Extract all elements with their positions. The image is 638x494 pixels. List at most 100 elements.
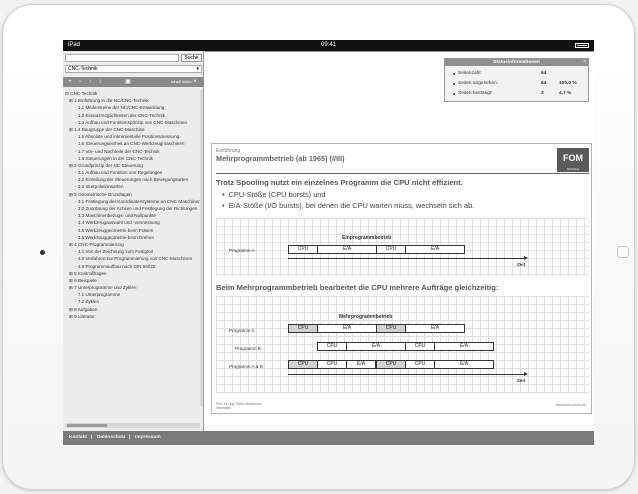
tree-item[interactable]: ⊞ 1 Einführung in die NC/CNC-Technik [65,97,202,104]
tree-item-label: 1 Einführung in die NC/CNC-Technik [74,98,149,104]
tree-item-label: 1.3 Aufbau und Funktionsprinzip von CNC-… [77,119,188,125]
stat-row: Seiten bestätigt: 3 4,7 % [453,90,583,98]
view-select-value: CNC-Technik [68,66,98,72]
segment-cpu: CPU [288,360,318,369]
slide-title: Mehrprogrammbetrieb (ab 1965) (I/III) [216,154,345,163]
tree-item[interactable]: · 7.2 Zyklen [65,298,202,305]
tree-item-label: 2.3 Interpolationsarten [77,184,124,190]
horizontal-scrollbar[interactable] [65,423,200,428]
tree-item[interactable]: ⊞ 3 Geometrische Grundlagen [65,191,202,198]
axis-label: Zeit [517,262,526,267]
segment-cpu: CPU [317,360,347,369]
tree-item[interactable]: · 1.6 Steuerungseinheit an CNC-Werkzeugm… [65,140,202,147]
tree-item[interactable]: ⊟ CNC-Technik [65,90,202,97]
tree-item-label: 7 Unterprogramme und Zyklen [74,285,137,291]
tree-item[interactable]: · 1.2 Einsatzmöglichkeiten der CNC-Techn… [65,112,202,119]
tree-item[interactable]: · 7.1 Unterprogramme [65,291,202,298]
stat-row: Seitenzahl: 64 [453,70,583,78]
close-icon[interactable]: × [192,79,198,85]
tree-item-label: 2 Grundprinzip der NC-Steuerung [74,162,143,168]
privacy-link[interactable]: Datenschutz [97,435,126,440]
close-icon[interactable]: × [583,59,586,66]
status-bar: iPad 09:41 [63,40,594,51]
segment-cpu: CPU [405,360,435,369]
tree-item-label: 9 Literatur [74,313,95,319]
tree-item[interactable]: ⊞ 8 Aufgaben [65,306,202,313]
tree-item[interactable]: · 1.5 Absolute und inkrementelle Positio… [65,133,202,140]
segment-cpu: CPU [405,342,435,351]
view-select[interactable]: CNC-Technik ▾ [65,65,202,73]
tree-item[interactable]: · 2.1 Aufbau und Funktion von Regelungen [65,169,202,176]
tree-item[interactable]: · 4.2 Verfahren zur Programmierung von C… [65,255,202,262]
tree-item-label: 2.1 Aufbau und Funktion von Regelungen [77,170,163,176]
row-label: Programm A & B [229,364,263,369]
time-axis [288,374,524,375]
tree-item[interactable]: · 3.2 Zuordnung der Achsen und Festlegun… [65,205,202,212]
tree-item-label: 6 Beispiele [74,277,97,283]
tree-item-label: 5 Kontrollfragen [74,270,107,276]
tree-item-label: 4.1 Von der Zeichnung zum Fertigteil [77,249,153,255]
tree-item[interactable]: ⊞ 4 CNC-Programmierung [65,241,202,248]
tree-item[interactable]: · 3.6 Werkzeuggeometrie beim Drehen [65,234,202,241]
toolbar: + − ↑ ↕ ▣ Inhalt Index × [63,77,204,87]
tree-item[interactable]: · 4.3 Programmaufbau nach DIN 66025 [65,263,202,270]
tree-item-label: 7.1 Unterprogramme [77,292,121,298]
tree-item[interactable]: · 3.3 Maschinenbezugs- und Nullpunkte [65,212,202,219]
tree-item[interactable]: · 1.8 Steuerungen in der CNC-Technik [65,155,202,162]
tree-item[interactable]: · 2.2 Einteilung der Steuerungen nach Be… [65,176,202,183]
slide-text: Trotz Spooling nutzt ein einzelnes Progr… [216,178,463,187]
tree-item-label: 3 Geometrische Grundlagen [74,191,132,197]
tree-scrollbar[interactable] [200,90,203,406]
segment-io: E/A [317,245,377,254]
tree-item[interactable]: ⊞ 6 Beispiele [65,277,202,284]
tree-item-label: 3.4 Werkzeugauswahl und -vermessung [77,220,160,226]
up-icon[interactable]: ↑ [87,79,93,85]
down-icon[interactable]: ↕ [97,79,103,85]
tree-item[interactable]: · 4.1 Von der Zeichnung zum Fertigteil [65,248,202,255]
diagram-title: Mehrprogrammbetrieb [339,314,393,320]
print-icon[interactable]: ▣ [125,79,131,85]
tree-item[interactable]: · 3.4 Werkzeugauswahl und -vermessung [65,219,202,226]
slide-footer-right: www.fom-online.de [555,403,586,407]
tree-item-label: 7.2 Zyklen [77,299,100,305]
tree-item[interactable]: · 1.3 Aufbau und Funktionsprinzip von CN… [65,119,202,126]
segment-cpu: CPU [376,360,406,369]
sidebar: Suche CNC-Technik ▾ + − ↑ ↕ ▣ Inhalt Ind… [63,51,204,431]
clock: 09:41 [320,42,336,48]
tree-item[interactable]: ⊞ 7 Unterprogramme und Zyklen [65,284,202,291]
tree-item-label: 1.7 Vor- und Nachteile der CNC-Technik [77,148,160,154]
chevron-down-icon: ▾ [196,66,199,72]
slide: Einführung Mehrprogrammbetrieb (ab 1965)… [211,143,592,414]
row-label: Programm A [229,328,255,333]
tree-item[interactable]: ⊞ 2 Grundprinzip der NC-Steuerung [65,162,202,169]
tree-item-label: 3.5 Werkzeuggeometrie beim Fräsen [77,227,154,233]
tree-item-label: 1.8 Steuerungen in der CNC-Technik [77,155,153,161]
search-input[interactable] [65,54,179,62]
tree-item-label: 3.6 Werkzeuggeometrie beim Drehen [77,234,155,240]
segment-io: E/A [434,360,494,369]
tree-item[interactable]: · 1.7 Vor- und Nachteile der CNC-Technik [65,148,202,155]
tree-item[interactable]: ⊞ 9 Literatur [65,313,202,320]
collapse-icon[interactable]: − [77,79,83,85]
segment-io: E/A [346,342,406,351]
slide-footer-left: Prof. Dr.-Ing. Peter Mühlmeyer Informati… [216,402,262,410]
tree-item[interactable]: · 3.5 Werkzeuggeometrie beim Fräsen [65,227,202,234]
imprint-link[interactable]: Impressum [135,435,161,440]
contact-link[interactable]: Kontakt [69,435,87,440]
tree-item-label: 4 CNC-Programmierung [74,241,124,247]
fom-logo: FOM Hochschule [557,148,589,172]
tree-item[interactable]: · 2.3 Interpolationsarten [65,183,202,190]
tree-item[interactable]: · 3.1 Festlegung der Koordinatensysteme … [65,198,202,205]
search-button[interactable]: Suche [181,54,202,62]
arrow-icon [524,372,528,376]
tree-item[interactable]: ⊞ 5 Kontrollfragen [65,270,202,277]
home-button[interactable] [617,246,629,258]
expand-icon[interactable]: + [67,79,73,85]
tree-item[interactable]: · 1.1 Meilensteine der NC/CNC-Entwicklun… [65,104,202,111]
tree-item-label: 4.2 Verfahren zur Programmierung von CNC… [77,256,193,262]
status-info-title: Statusinformationen [445,59,588,66]
diagram-title: Einprogrammbetrieb [342,235,392,241]
tree-item-label: 1.5 Absolute und inkrementelle Positions… [77,134,180,140]
stat-row: Seiten angesehen: 64 100,0 % [453,80,583,88]
tree-item[interactable]: ⊞ 1.4 Baugruppe der CNC-Maschine [65,126,202,133]
